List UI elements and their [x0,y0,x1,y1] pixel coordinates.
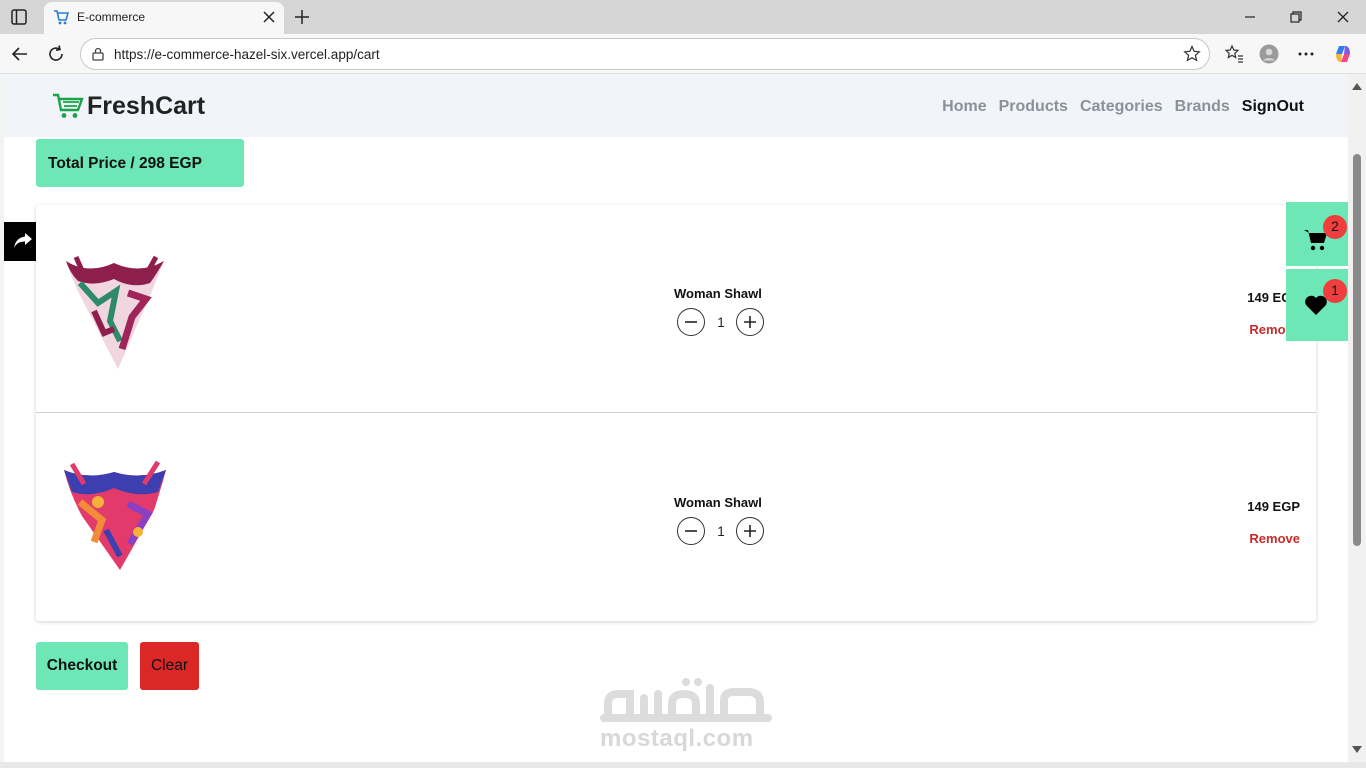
site-info-icon[interactable] [91,47,105,61]
increase-quantity-button[interactable] [736,308,764,336]
minus-icon [684,529,697,532]
new-tab-icon[interactable] [292,7,312,27]
url-field[interactable]: https://e-commerce-hazel-six.vercel.app/… [80,38,1210,70]
plus-icon [743,524,756,537]
browser-tab-bar: E-commerce [0,0,1366,34]
scroll-down-arrow-icon[interactable] [1352,746,1362,754]
site-navbar: FreshCart Home Products Categories Brand… [4,74,1348,137]
page-viewport: FreshCart Home Products Categories Brand… [4,74,1348,762]
watermark-logo [600,678,772,722]
increase-quantity-button[interactable] [736,517,764,545]
decrease-quantity-button[interactable] [677,308,705,336]
product-name: Woman Shawl [674,495,762,510]
cart-logo-icon[interactable] [52,92,84,120]
url-text: https://e-commerce-hazel-six.vercel.app/… [114,47,380,62]
favorites-list-icon[interactable] [1224,44,1244,64]
favorite-star-icon[interactable] [1183,45,1201,63]
cart-favicon-icon [54,10,69,25]
share-arrow-icon [14,233,32,248]
watermark-text: mostaql.com [600,725,754,752]
item-price: 149 EGP [1247,499,1300,514]
quantity-value: 1 [717,315,725,330]
cart-items-card: Woman Shawl 1 149 EGP Remove Woman Shawl… [36,205,1316,621]
total-price-badge: Total Price / 298 EGP [36,139,244,187]
product-name: Woman Shawl [674,286,762,301]
tab-title: E-commerce [77,10,146,24]
nav-home[interactable]: Home [942,98,986,116]
restore-icon[interactable] [1288,9,1304,25]
brand-logo[interactable]: FreshCart [87,92,205,121]
checkout-button[interactable]: Checkout [36,642,128,690]
minus-icon [684,320,697,323]
product-image[interactable] [58,458,170,578]
quantity-value: 1 [717,524,725,539]
main-nav: Home Products Categories Brands SignOut [942,98,1304,116]
page-scrollbar[interactable] [1348,74,1366,762]
reload-icon[interactable] [46,44,66,64]
profile-avatar-icon[interactable] [1259,44,1279,64]
decrease-quantity-button[interactable] [677,517,705,545]
nav-categories[interactable]: Categories [1080,98,1163,116]
floating-wishlist-button[interactable]: 1 [1286,269,1348,341]
wishlist-count-badge: 1 [1323,279,1347,303]
cart-item: Woman Shawl 1 149 EGP Remove [36,414,1316,622]
scrollbar-thumb[interactable] [1353,154,1361,546]
scroll-up-arrow-icon[interactable] [1352,82,1362,90]
nav-brands[interactable]: Brands [1175,98,1230,116]
back-arrow-icon[interactable] [10,44,30,64]
close-window-icon[interactable] [1335,9,1351,25]
clear-cart-button[interactable]: Clear [140,642,199,690]
browser-tab[interactable]: E-commerce [44,2,284,34]
close-tab-icon[interactable] [262,10,276,24]
signout-link[interactable]: SignOut [1242,98,1304,116]
copilot-icon[interactable] [1333,44,1353,64]
window-bottom-edge [0,762,1366,768]
minimize-icon[interactable] [1242,9,1258,25]
cart-item: Woman Shawl 1 149 EGP Remove [36,205,1316,413]
plus-icon [743,315,756,328]
remove-item-link[interactable]: Remove [1249,531,1300,546]
browser-address-bar: https://e-commerce-hazel-six.vercel.app/… [0,34,1366,74]
product-image[interactable] [58,253,170,373]
total-price-text: Total Price / 298 EGP [48,155,202,172]
nav-products[interactable]: Products [999,98,1068,116]
cart-count-badge: 2 [1323,215,1347,239]
more-options-icon[interactable] [1296,44,1316,64]
floating-cart-button[interactable]: 2 [1286,202,1348,266]
tab-actions-icon[interactable] [10,8,28,26]
